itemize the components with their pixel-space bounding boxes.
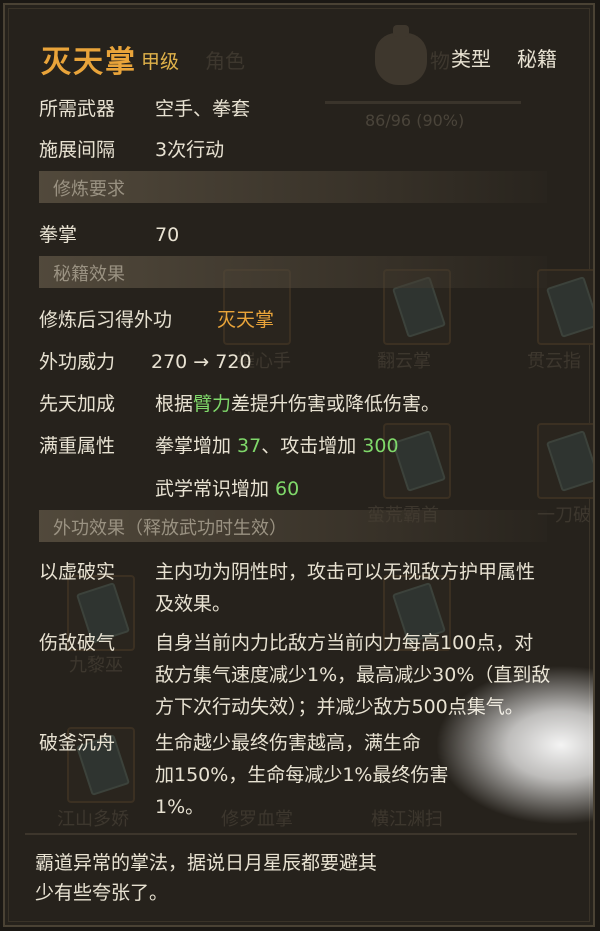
learn-label: 修炼后习得外功 [39,309,173,331]
power-label: 外功威力 [39,351,116,373]
divider [25,833,577,835]
section-effects: 秘籍效果 [39,256,547,288]
bg-slot-label: 翻云掌 [377,351,431,372]
effect-3-desc: 生命越少最终伤害越高，满生命 加150%，生命每减少1%最终伤害 1%。 [155,727,448,823]
full-3-text: 武学常识增加 [155,478,276,500]
innate-text: 根据臂力差提升伤害或降低伤害。 [155,392,440,416]
book-icon [391,430,447,492]
skill-description: 霸道异常的掌法，据说日月星辰都要避其 少有些夸张了。 [35,848,455,908]
innate-post: 差提升伤害或降低伤害。 [231,393,441,415]
bag-icon [375,25,427,85]
effect-2-line: 敌方集气速度减少1%，最高减少30%（直到敌 [155,664,551,686]
innate-pre: 根据 [155,393,194,415]
full-label: 满重属性 [39,435,116,457]
full-2-value: 300 [362,435,399,457]
req-skill-value: 70 [155,224,180,246]
full-1-value: 37 [237,435,262,457]
skill-title: 灭天掌 [41,45,137,80]
full-2-text: 、攻击增加 [261,435,363,457]
weapon-value: 空手、拳套 [155,98,251,120]
description-line: 少有些夸张了。 [35,882,169,904]
bg-slot-label: 江山多娇 [57,809,129,830]
effect-1-label: 以虚破实 [39,561,116,583]
effect-3-label: 破釜沉舟 [39,732,116,754]
skill-tooltip-panel: 角色 物 86/96 (90%) 翻云掌 摧心手 贯云指 蛮荒霸首 一刀破 九黎… [3,3,595,927]
section-title: 修炼要求 [53,179,125,200]
effect-3-line: 加150%，生命每减少1%最终伤害 [155,764,449,786]
weapon-label: 所需武器 [39,98,116,120]
effect-2-line: 方下次行动失效）；并减少敌方500点集气。 [155,696,524,718]
bg-tab-items: 物 [430,49,450,73]
description-line: 霸道异常的掌法，据说日月星辰都要避其 [35,852,378,874]
full-1-text: 拳掌增加 [155,435,238,457]
full-3-value: 60 [275,478,300,500]
bg-tab-role: 角色 [205,49,245,73]
effect-2-label: 伤敌破气 [39,632,116,654]
bg-inventory-slot [537,423,593,499]
section-requirements: 修炼要求 [39,171,547,203]
effect-2-line: 自身当前内力比敌方当前内力每高100点，对 [155,632,534,654]
bg-capacity-text: 86/96 (90%) [365,111,465,130]
type-label: 类型 [451,47,491,71]
effect-1-line: 主内功为阴性时，攻击可以无视敌方护甲属性 [155,561,536,583]
power-value: 270 → 720 [151,351,252,373]
innate-attr: 臂力 [193,393,232,415]
bg-capacity-bar [325,101,521,104]
innate-label: 先天加成 [39,393,116,415]
req-skill-label: 拳掌 [39,224,78,246]
interval-label: 施展间隔 [39,139,116,161]
effect-1-line: 及效果。 [155,593,232,615]
effect-3-line: 1%。 [155,796,205,818]
type-value: 秘籍 [517,47,557,71]
book-icon [545,276,593,338]
learn-value: 灭天掌 [217,309,275,331]
section-title: 秘籍效果 [53,264,125,285]
skill-grade: 甲级 [141,51,180,73]
book-icon [545,430,593,492]
effect-1-desc: 主内功为阴性时，攻击可以无视敌方护甲属性 及效果。 [155,556,535,620]
effect-3-line: 生命越少最终伤害越高，满生命 [155,732,422,754]
full-line-2: 武学常识增加 60 [155,477,299,501]
bg-slot-label: 贯云指 [527,351,581,372]
section-external: 外功效果（释放武功时生效） [39,510,547,542]
full-line-1: 拳掌增加 37、攻击增加 300 [155,434,399,458]
effect-2-desc: 自身当前内力比敌方当前内力每高100点，对 敌方集气速度减少1%，最高减少30%… [155,627,550,723]
interval-value: 3次行动 [155,139,225,161]
section-title: 外功效果（释放武功时生效） [53,518,287,539]
